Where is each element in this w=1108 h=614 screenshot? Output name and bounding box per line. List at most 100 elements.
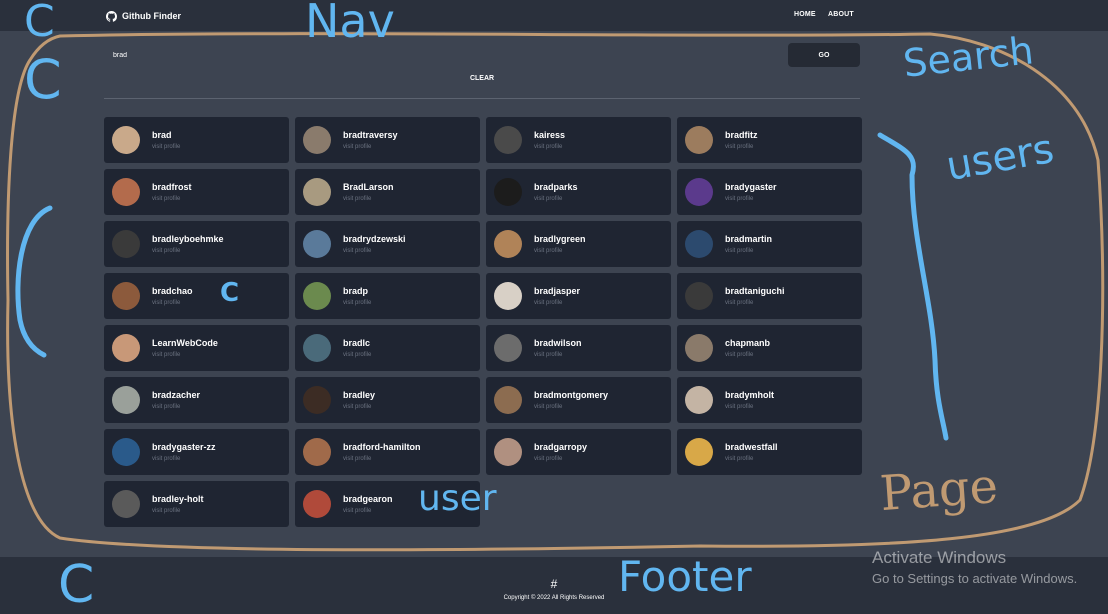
nav-about-link[interactable]: ABOUT — [828, 11, 854, 18]
visit-profile-link[interactable]: visit profile — [343, 300, 371, 306]
user-card[interactable]: bradford-hamilton visit profile — [295, 429, 480, 475]
visit-profile-link[interactable]: visit profile — [152, 248, 180, 254]
visit-profile-link[interactable]: visit profile — [534, 352, 562, 358]
brand[interactable]: Github Finder — [106, 9, 181, 23]
footer-copyright: Copyright © 2022 All Rights Reserved — [503, 595, 605, 601]
visit-profile-link[interactable]: visit profile — [152, 300, 180, 306]
visit-profile-link[interactable]: visit profile — [534, 300, 562, 306]
visit-profile-link[interactable]: visit profile — [725, 196, 753, 202]
visit-profile-link[interactable]: visit profile — [534, 196, 562, 202]
user-card[interactable]: bradjasper visit profile — [486, 273, 671, 319]
avatar — [303, 386, 331, 414]
visit-profile-link[interactable]: visit profile — [534, 404, 562, 410]
visit-profile-link[interactable]: visit profile — [343, 352, 371, 358]
user-card[interactable]: bradlc visit profile — [295, 325, 480, 371]
user-login: bradrydzewski — [343, 234, 406, 244]
user-card[interactable]: bradmartin visit profile — [677, 221, 862, 267]
user-login: bradtaniguchi — [725, 286, 785, 296]
avatar — [112, 178, 140, 206]
user-login: chapmanb — [725, 338, 771, 348]
visit-profile-link[interactable]: visit profile — [152, 352, 180, 358]
avatar — [685, 334, 713, 362]
visit-profile-link[interactable]: visit profile — [725, 456, 753, 462]
user-login: bradley-holt — [152, 494, 204, 504]
user-card[interactable]: bradtaniguchi visit profile — [677, 273, 862, 319]
user-card[interactable]: brad visit profile — [104, 117, 289, 163]
user-card[interactable]: bradzacher visit profile — [104, 377, 289, 423]
user-card[interactable]: bradleyboehmke visit profile — [104, 221, 289, 267]
avatar — [112, 490, 140, 518]
user-card[interactable]: bradygaster-zz visit profile — [104, 429, 289, 475]
annotation-c-mark-user: C — [220, 278, 240, 308]
avatar — [685, 230, 713, 258]
user-card[interactable]: kairess visit profile — [486, 117, 671, 163]
visit-profile-link[interactable]: visit profile — [343, 144, 371, 150]
user-card[interactable]: bradygaster visit profile — [677, 169, 862, 215]
avatar — [303, 230, 331, 258]
avatar — [112, 126, 140, 154]
visit-profile-link[interactable]: visit profile — [343, 456, 371, 462]
visit-profile-link[interactable]: visit profile — [343, 404, 371, 410]
visit-profile-link[interactable]: visit profile — [343, 196, 371, 202]
user-card[interactable]: bradgarropy visit profile — [486, 429, 671, 475]
avatar — [112, 386, 140, 414]
user-card[interactable]: bradp visit profile — [295, 273, 480, 319]
user-login: bradygaster-zz — [152, 442, 216, 452]
user-card[interactable]: bradley-holt visit profile — [104, 481, 289, 527]
user-login: BradLarson — [343, 182, 394, 192]
avatar — [303, 126, 331, 154]
user-login: bradley — [343, 390, 376, 400]
avatar — [112, 438, 140, 466]
user-card[interactable]: bradwestfall visit profile — [677, 429, 862, 475]
user-card[interactable]: bradchao visit profile — [104, 273, 289, 319]
avatar — [112, 282, 140, 310]
user-card[interactable]: bradparks visit profile — [486, 169, 671, 215]
user-card[interactable]: bradfitz visit profile — [677, 117, 862, 163]
clear-button[interactable]: CLEAR — [104, 72, 860, 85]
user-card[interactable]: LearnWebCode visit profile — [104, 325, 289, 371]
user-card[interactable]: bradmontgomery visit profile — [486, 377, 671, 423]
user-card[interactable]: bradrydzewski visit profile — [295, 221, 480, 267]
avatar — [303, 178, 331, 206]
avatar — [303, 282, 331, 310]
divider — [104, 98, 860, 99]
annotation-search-label: Search — [901, 28, 1036, 86]
watermark-title: Activate Windows — [872, 548, 1007, 567]
avatar — [685, 282, 713, 310]
user-login: bradmontgomery — [534, 390, 609, 400]
user-card[interactable]: bradfrost visit profile — [104, 169, 289, 215]
user-login: bradford-hamilton — [343, 442, 421, 452]
visit-profile-link[interactable]: visit profile — [725, 352, 753, 358]
go-button[interactable]: GO — [788, 43, 860, 67]
visit-profile-link[interactable]: visit profile — [152, 404, 180, 410]
visit-profile-link[interactable]: visit profile — [152, 508, 180, 514]
visit-profile-link[interactable]: visit profile — [152, 196, 180, 202]
avatar — [685, 438, 713, 466]
annotation-c-mark-search: C — [24, 48, 62, 111]
visit-profile-link[interactable]: visit profile — [725, 404, 753, 410]
visit-profile-link[interactable]: visit profile — [343, 248, 371, 254]
visit-profile-link[interactable]: visit profile — [152, 456, 180, 462]
search-input[interactable] — [104, 43, 788, 67]
brand-title: Github Finder — [122, 11, 181, 21]
avatar — [685, 126, 713, 154]
avatar — [494, 282, 522, 310]
visit-profile-link[interactable]: visit profile — [534, 456, 562, 462]
user-card[interactable]: chapmanb visit profile — [677, 325, 862, 371]
user-card[interactable]: bradley visit profile — [295, 377, 480, 423]
visit-profile-link[interactable]: visit profile — [534, 248, 562, 254]
user-card[interactable]: bradtraversy visit profile — [295, 117, 480, 163]
visit-profile-link[interactable]: visit profile — [725, 300, 753, 306]
user-card[interactable]: bradymholt visit profile — [677, 377, 862, 423]
user-card[interactable]: bradwilson visit profile — [486, 325, 671, 371]
visit-profile-link[interactable]: visit profile — [725, 144, 753, 150]
annotation-footer-label: Footer — [618, 552, 752, 601]
visit-profile-link[interactable]: visit profile — [343, 508, 371, 514]
visit-profile-link[interactable]: visit profile — [725, 248, 753, 254]
user-card[interactable]: BradLarson visit profile — [295, 169, 480, 215]
user-card[interactable]: bradlygreen visit profile — [486, 221, 671, 267]
visit-profile-link[interactable]: visit profile — [534, 144, 562, 150]
avatar — [685, 386, 713, 414]
nav-home-link[interactable]: HOME — [794, 11, 816, 18]
visit-profile-link[interactable]: visit profile — [152, 144, 180, 150]
